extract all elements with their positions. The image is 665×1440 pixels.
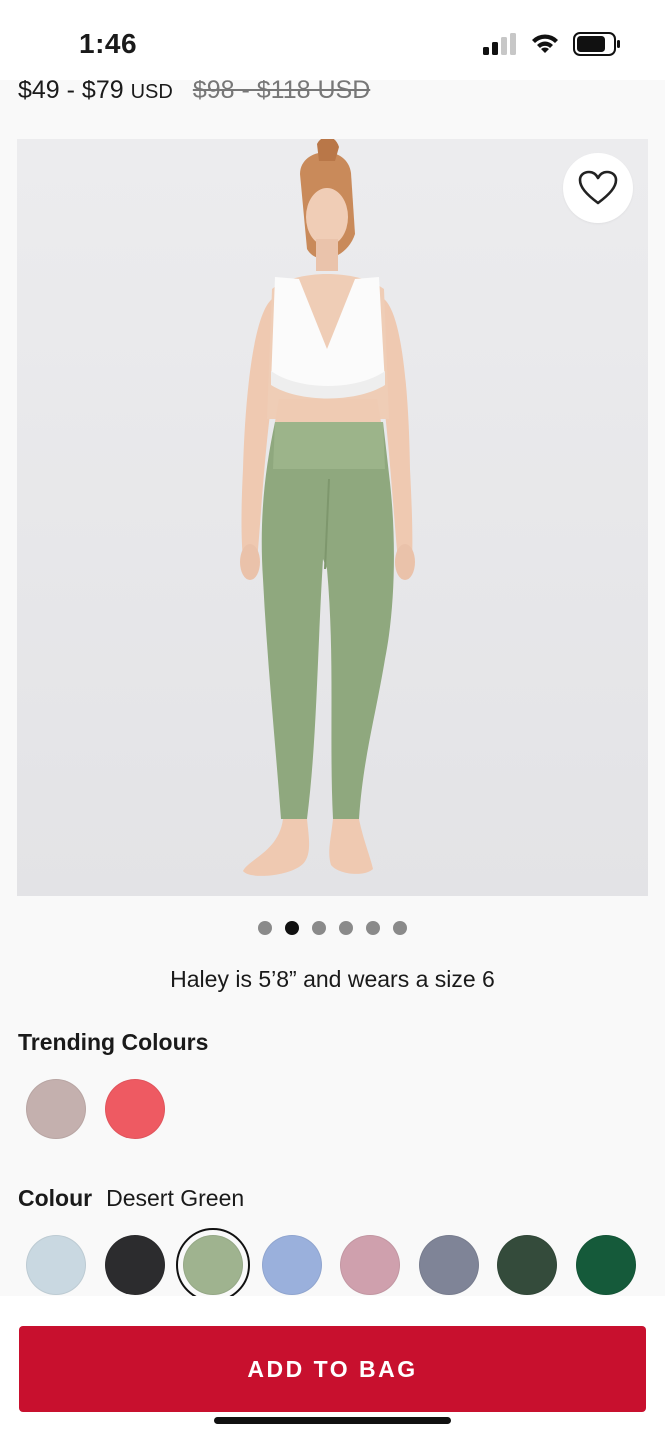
colour-label: Colour Desert Green bbox=[18, 1185, 244, 1212]
current-price: $49 - $79 USD bbox=[18, 76, 173, 104]
price-row: $49 - $79 USD $98 - $118 USD bbox=[18, 76, 658, 112]
swatch-light-blue[interactable] bbox=[26, 1235, 86, 1295]
model-illustration bbox=[17, 139, 648, 896]
home-indicator bbox=[214, 1417, 451, 1424]
carousel-dot[interactable] bbox=[366, 921, 380, 935]
original-price: $98 - $118 USD bbox=[192, 76, 371, 104]
swatch-dark-green[interactable] bbox=[497, 1235, 557, 1295]
add-to-bag-button[interactable]: ADD TO BAG bbox=[19, 1326, 646, 1412]
carousel-dot[interactable] bbox=[393, 921, 407, 935]
trending-colours-title: Trending Colours bbox=[18, 1029, 209, 1055]
model-caption: Haley is 5’8” and wears a size 6 bbox=[170, 966, 495, 992]
swatch-slate[interactable] bbox=[419, 1235, 479, 1295]
carousel-dot[interactable] bbox=[285, 921, 299, 935]
heart-icon bbox=[578, 170, 618, 205]
swatch-emerald[interactable] bbox=[576, 1235, 636, 1295]
carousel-dot[interactable] bbox=[258, 921, 272, 935]
selected-swatch-ring bbox=[176, 1228, 250, 1302]
image-carousel-dots[interactable] bbox=[0, 921, 665, 935]
cellular-signal-icon bbox=[483, 33, 516, 55]
selected-colour-name: Desert Green bbox=[106, 1185, 245, 1211]
swatch-pink-beige[interactable] bbox=[26, 1079, 86, 1139]
carousel-dot[interactable] bbox=[312, 921, 326, 935]
status-bar: 1:46 bbox=[0, 0, 665, 80]
status-icons bbox=[483, 32, 621, 56]
wifi-icon bbox=[532, 34, 558, 53]
swatch-mauve-pink[interactable] bbox=[340, 1235, 400, 1295]
swatch-periwinkle[interactable] bbox=[262, 1235, 322, 1295]
favorite-button[interactable] bbox=[563, 153, 633, 223]
swatch-coral-red[interactable] bbox=[105, 1079, 165, 1139]
battery-icon bbox=[573, 32, 620, 56]
carousel-dot[interactable] bbox=[339, 921, 353, 935]
product-image[interactable] bbox=[17, 139, 648, 896]
colour-label-title: Colour bbox=[18, 1185, 93, 1211]
swatch-black[interactable] bbox=[105, 1235, 165, 1295]
status-time: 1:46 bbox=[79, 28, 138, 59]
price-unit: USD bbox=[130, 81, 173, 103]
